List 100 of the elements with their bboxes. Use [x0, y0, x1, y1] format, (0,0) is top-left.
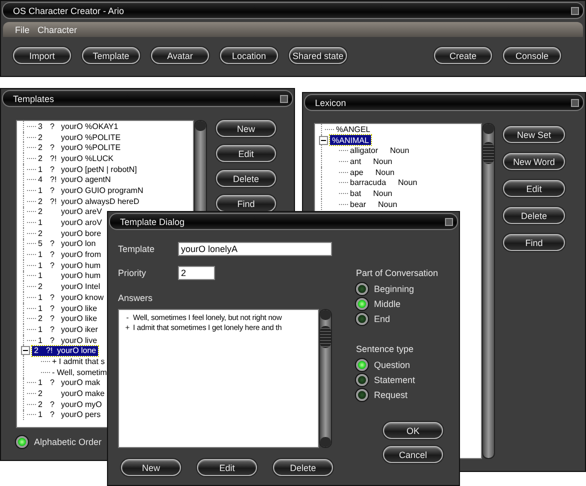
- priority-number: 1: [38, 410, 44, 420]
- tree-item[interactable]: 2 yourO %POLITE: [36, 132, 123, 142]
- tree-item[interactable]: 1 ? yourO pers: [36, 410, 103, 420]
- tree-item[interactable]: 1 ? yourO iker: [36, 324, 100, 334]
- button[interactable]: Find: [216, 195, 276, 212]
- template-text: yourO hum: [61, 271, 101, 280]
- tree-item[interactable]: 2 ?! yourO lone: [32, 346, 98, 356]
- tree-item[interactable]: 2 ? yourO %POLITE: [36, 142, 123, 153]
- collapse-icon[interactable]: [21, 346, 30, 356]
- button[interactable]: New: [121, 459, 181, 476]
- tree-item[interactable]: ant Noun: [348, 156, 394, 166]
- sentence-mark: ?!: [50, 196, 58, 206]
- sentence-mark: ?: [50, 304, 56, 313]
- tree-item[interactable]: 1 ? yourO like: [36, 303, 100, 314]
- button[interactable]: New Set: [503, 126, 565, 143]
- button[interactable]: Import: [13, 47, 71, 64]
- radio-label: End: [374, 314, 390, 324]
- template-text: yourO mak: [61, 378, 100, 388]
- tree-item[interactable]: bat Noun: [348, 188, 394, 198]
- sentence-mark: ?: [50, 400, 56, 409]
- collapse-icon[interactable]: [319, 136, 328, 145]
- button[interactable]: Create: [434, 47, 492, 64]
- template-text: yourO pers: [61, 410, 101, 420]
- tree-item[interactable]: 1 yourO aroV: [36, 218, 104, 228]
- tree-item[interactable]: alligator Noun: [348, 146, 412, 156]
- maximize-icon[interactable]: [571, 98, 579, 106]
- button[interactable]: Delete: [273, 459, 333, 476]
- button[interactable]: Edit: [197, 459, 257, 476]
- sentence-mark: ?: [50, 410, 56, 420]
- button[interactable]: Cancel: [383, 446, 443, 463]
- button[interactable]: Shared state: [289, 47, 347, 64]
- word-text: ant: [350, 156, 362, 166]
- tree-item[interactable]: 1 ? yourO from: [36, 250, 104, 260]
- button[interactable]: OK: [383, 422, 443, 439]
- tree-item[interactable]: 2 yourO Intel: [36, 282, 102, 292]
- word-type: Noun: [390, 146, 410, 156]
- radio-button[interactable]: [356, 282, 368, 294]
- group-label: Sentence type: [356, 344, 415, 354]
- tree-item[interactable]: 2 ?! yourO alwaysD hereD: [36, 196, 142, 206]
- radio-button[interactable]: [356, 298, 368, 310]
- template-field[interactable]: yourO lonelyA: [178, 242, 332, 256]
- tree-item[interactable]: ape Noun: [348, 167, 396, 178]
- scroll-thumb[interactable]: [483, 142, 494, 164]
- maximize-icon[interactable]: [280, 94, 288, 102]
- tree-item[interactable]: 1 ? yourO [petN | robotN]: [36, 164, 139, 174]
- button[interactable]: Edit: [216, 145, 276, 162]
- scrollbar[interactable]: [482, 123, 495, 459]
- menu-item[interactable]: File: [15, 24, 30, 34]
- window-title: Lexicon: [315, 98, 346, 108]
- tree-item[interactable]: 5 ? yourO lon: [36, 238, 98, 249]
- button[interactable]: Location: [220, 47, 278, 64]
- button[interactable]: Template: [82, 47, 140, 64]
- tree-item[interactable]: 2 yourO areV: [36, 206, 104, 217]
- maximize-icon[interactable]: [445, 218, 453, 226]
- scroll-thumb[interactable]: [320, 326, 331, 348]
- tree-item[interactable]: 3 ? yourO %OKAY1: [36, 121, 120, 132]
- tree-item[interactable]: 2 yourO bore: [36, 228, 104, 238]
- radio-button[interactable]: [16, 436, 28, 448]
- scroll-up-button[interactable]: [320, 310, 331, 320]
- priority-field[interactable]: 2: [178, 266, 215, 280]
- button[interactable]: New: [216, 120, 276, 137]
- tree-item[interactable]: 4 ?! yourO agentN: [36, 174, 113, 185]
- button[interactable]: Console: [503, 47, 561, 64]
- scroll-down-button[interactable]: [320, 437, 331, 447]
- radio-button[interactable]: [356, 358, 368, 370]
- button[interactable]: Delete: [216, 170, 276, 187]
- radio-label: Beginning: [374, 284, 414, 294]
- tree-item[interactable]: 1 ? yourO know: [36, 292, 106, 302]
- button[interactable]: Find: [503, 234, 565, 251]
- radio-button[interactable]: [356, 388, 368, 400]
- priority-number: 3: [38, 122, 44, 131]
- button[interactable]: New Word: [503, 153, 565, 170]
- scroll-up-button[interactable]: [195, 121, 206, 131]
- sentence-mark: ?: [50, 378, 56, 388]
- radio-button[interactable]: [356, 312, 368, 324]
- tree-item[interactable]: 2 ?! yourO %LUCK: [36, 153, 116, 164]
- tree-item[interactable]: 1 ? yourO hum: [36, 260, 103, 270]
- scrollbar[interactable]: [319, 309, 332, 448]
- scroll-up-button[interactable]: [483, 124, 494, 134]
- radio-button[interactable]: [356, 374, 368, 386]
- tree-item[interactable]: 2 yourO make: [36, 388, 107, 399]
- maximize-icon[interactable]: [571, 6, 579, 14]
- button[interactable]: Avatar: [151, 47, 209, 64]
- tree-item[interactable]: 1 yourO hum: [36, 270, 103, 281]
- tree-item[interactable]: barracuda Noun: [348, 178, 420, 188]
- priority-number: 2: [38, 282, 44, 292]
- tree-item[interactable]: 2 ? yourO myO: [36, 399, 104, 410]
- template-text: yourO agentN: [61, 175, 111, 184]
- menu-item[interactable]: Character: [38, 24, 78, 34]
- button[interactable]: Delete: [503, 207, 565, 224]
- template-text: yourO alwaysD hereD: [61, 196, 140, 206]
- word-type: Noun: [373, 188, 392, 198]
- tree-item[interactable]: 1 ? yourO GUIO programN: [36, 185, 146, 196]
- tree-item[interactable]: 1 ? yourO mak: [36, 378, 102, 388]
- radio-label: Alphabetic Order: [34, 436, 102, 446]
- word-type: Noun: [398, 178, 418, 188]
- tree-item[interactable]: bear Noun: [348, 199, 400, 210]
- button[interactable]: Edit: [503, 180, 565, 197]
- tree-item[interactable]: 1 ? yourO live: [36, 335, 100, 346]
- tree-item[interactable]: 2 ? yourO like: [36, 314, 100, 324]
